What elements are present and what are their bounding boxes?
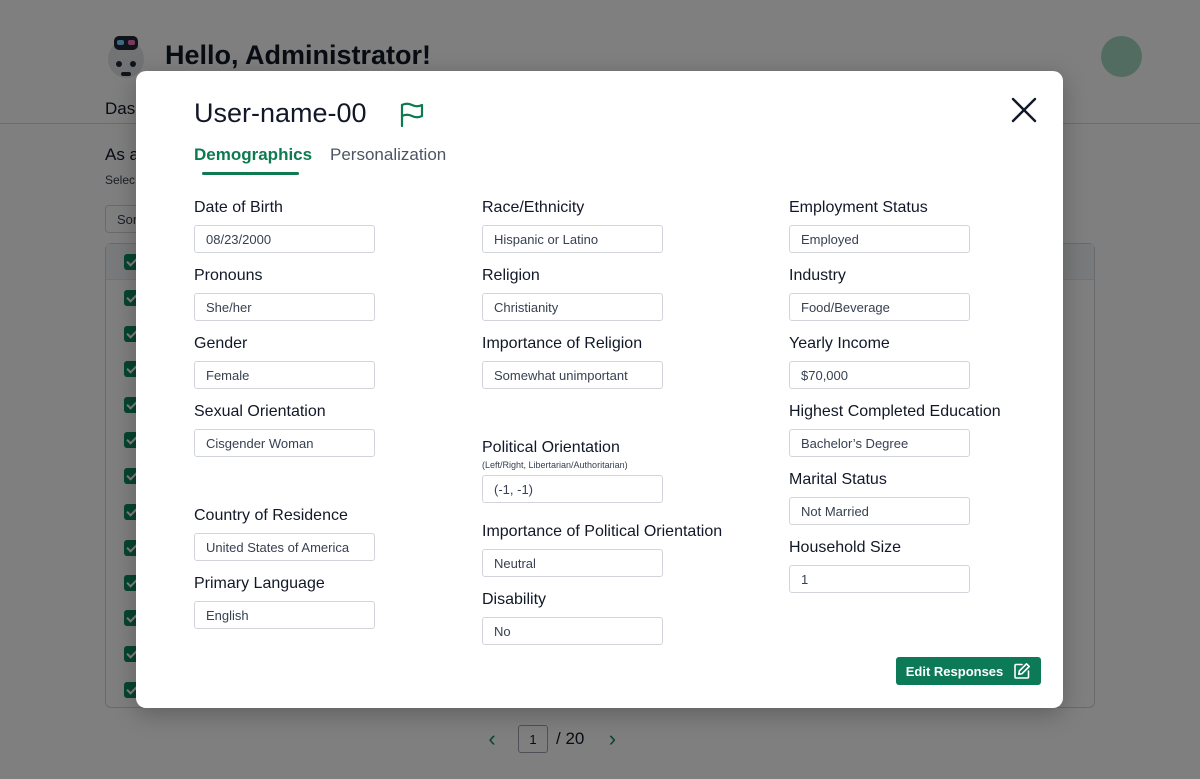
user-details-modal: User-name-00 Demographics Personalizatio… [136, 71, 1063, 708]
flag-icon[interactable] [398, 101, 426, 129]
field-label: Household Size [789, 539, 902, 556]
field-label: Date of Birth [194, 199, 283, 216]
field-label: Religion [482, 267, 540, 284]
field-label: Primary Language [194, 575, 325, 592]
field-pronouns: Pronouns [194, 267, 375, 321]
race-ethnicity-input[interactable] [482, 225, 663, 253]
field-country-of-residence: Country of Residence [194, 507, 375, 561]
primary-language-input[interactable] [194, 601, 375, 629]
gender-input[interactable] [194, 361, 375, 389]
country-of-residence-input[interactable] [194, 533, 375, 561]
field-label: Pronouns [194, 267, 263, 284]
yearly-income-input[interactable] [789, 361, 970, 389]
disability-input[interactable] [482, 617, 663, 645]
field-label: Highest Completed Education [789, 403, 1001, 420]
field-label: Importance of Political Orientation [482, 523, 723, 540]
field-race-ethnicity: Race/Ethnicity [482, 199, 663, 253]
field-disability: Disability [482, 591, 663, 645]
industry-input[interactable] [789, 293, 970, 321]
field-sexual-orientation: Sexual Orientation [194, 403, 375, 457]
modal-title: User-name-00 [194, 98, 367, 128]
field-label: Country of Residence [194, 507, 348, 524]
field-highest-completed-education: Highest Completed Education [789, 403, 1001, 457]
field-label: Importance of Religion [482, 335, 643, 352]
field-label: Industry [789, 267, 846, 284]
field-religion: Religion [482, 267, 663, 321]
field-importance-of-political-orientation: Importance of Political Orientation [482, 523, 722, 577]
field-label: Disability [482, 591, 547, 608]
field-label: Gender [194, 335, 248, 352]
highest-completed-education-input[interactable] [789, 429, 970, 457]
field-employment-status: Employment Status [789, 199, 970, 253]
household-size-input[interactable] [789, 565, 970, 593]
field-label: Race/Ethnicity [482, 199, 585, 216]
field-political-orientation: Political Orientation (Left/Right, Liber… [482, 439, 663, 503]
edit-icon [1014, 663, 1031, 679]
importance-of-religion-input[interactable] [482, 361, 663, 389]
tab-demographics[interactable]: Demographics [194, 145, 312, 165]
date-of-birth-input[interactable] [194, 225, 375, 253]
field-hint: (Left/Right, Libertarian/Authoritarian) [482, 460, 628, 470]
pronouns-input[interactable] [194, 293, 375, 321]
field-date-of-birth: Date of Birth [194, 199, 375, 253]
field-gender: Gender [194, 335, 375, 389]
edit-responses-label: Edit Responses [905, 663, 1004, 679]
religion-input[interactable] [482, 293, 663, 321]
active-tab-indicator [202, 172, 299, 175]
employment-status-input[interactable] [789, 225, 970, 253]
political-orientation-input[interactable] [482, 475, 663, 503]
field-primary-language: Primary Language [194, 575, 375, 629]
field-label: Marital Status [789, 471, 887, 488]
close-icon[interactable] [1010, 96, 1038, 124]
edit-responses-button[interactable]: Edit Responses [896, 657, 1041, 685]
field-industry: Industry [789, 267, 970, 321]
marital-status-input[interactable] [789, 497, 970, 525]
importance-of-political-orientation-input[interactable] [482, 549, 663, 577]
field-label: Sexual Orientation [194, 403, 326, 420]
field-yearly-income: Yearly Income [789, 335, 970, 389]
field-label: Political Orientation [482, 439, 620, 456]
field-label: Employment Status [789, 199, 928, 216]
field-importance-of-religion: Importance of Religion [482, 335, 663, 389]
field-marital-status: Marital Status [789, 471, 970, 525]
tab-personalization[interactable]: Personalization [330, 145, 446, 165]
sexual-orientation-input[interactable] [194, 429, 375, 457]
field-household-size: Household Size [789, 539, 970, 593]
field-label: Yearly Income [789, 335, 890, 352]
